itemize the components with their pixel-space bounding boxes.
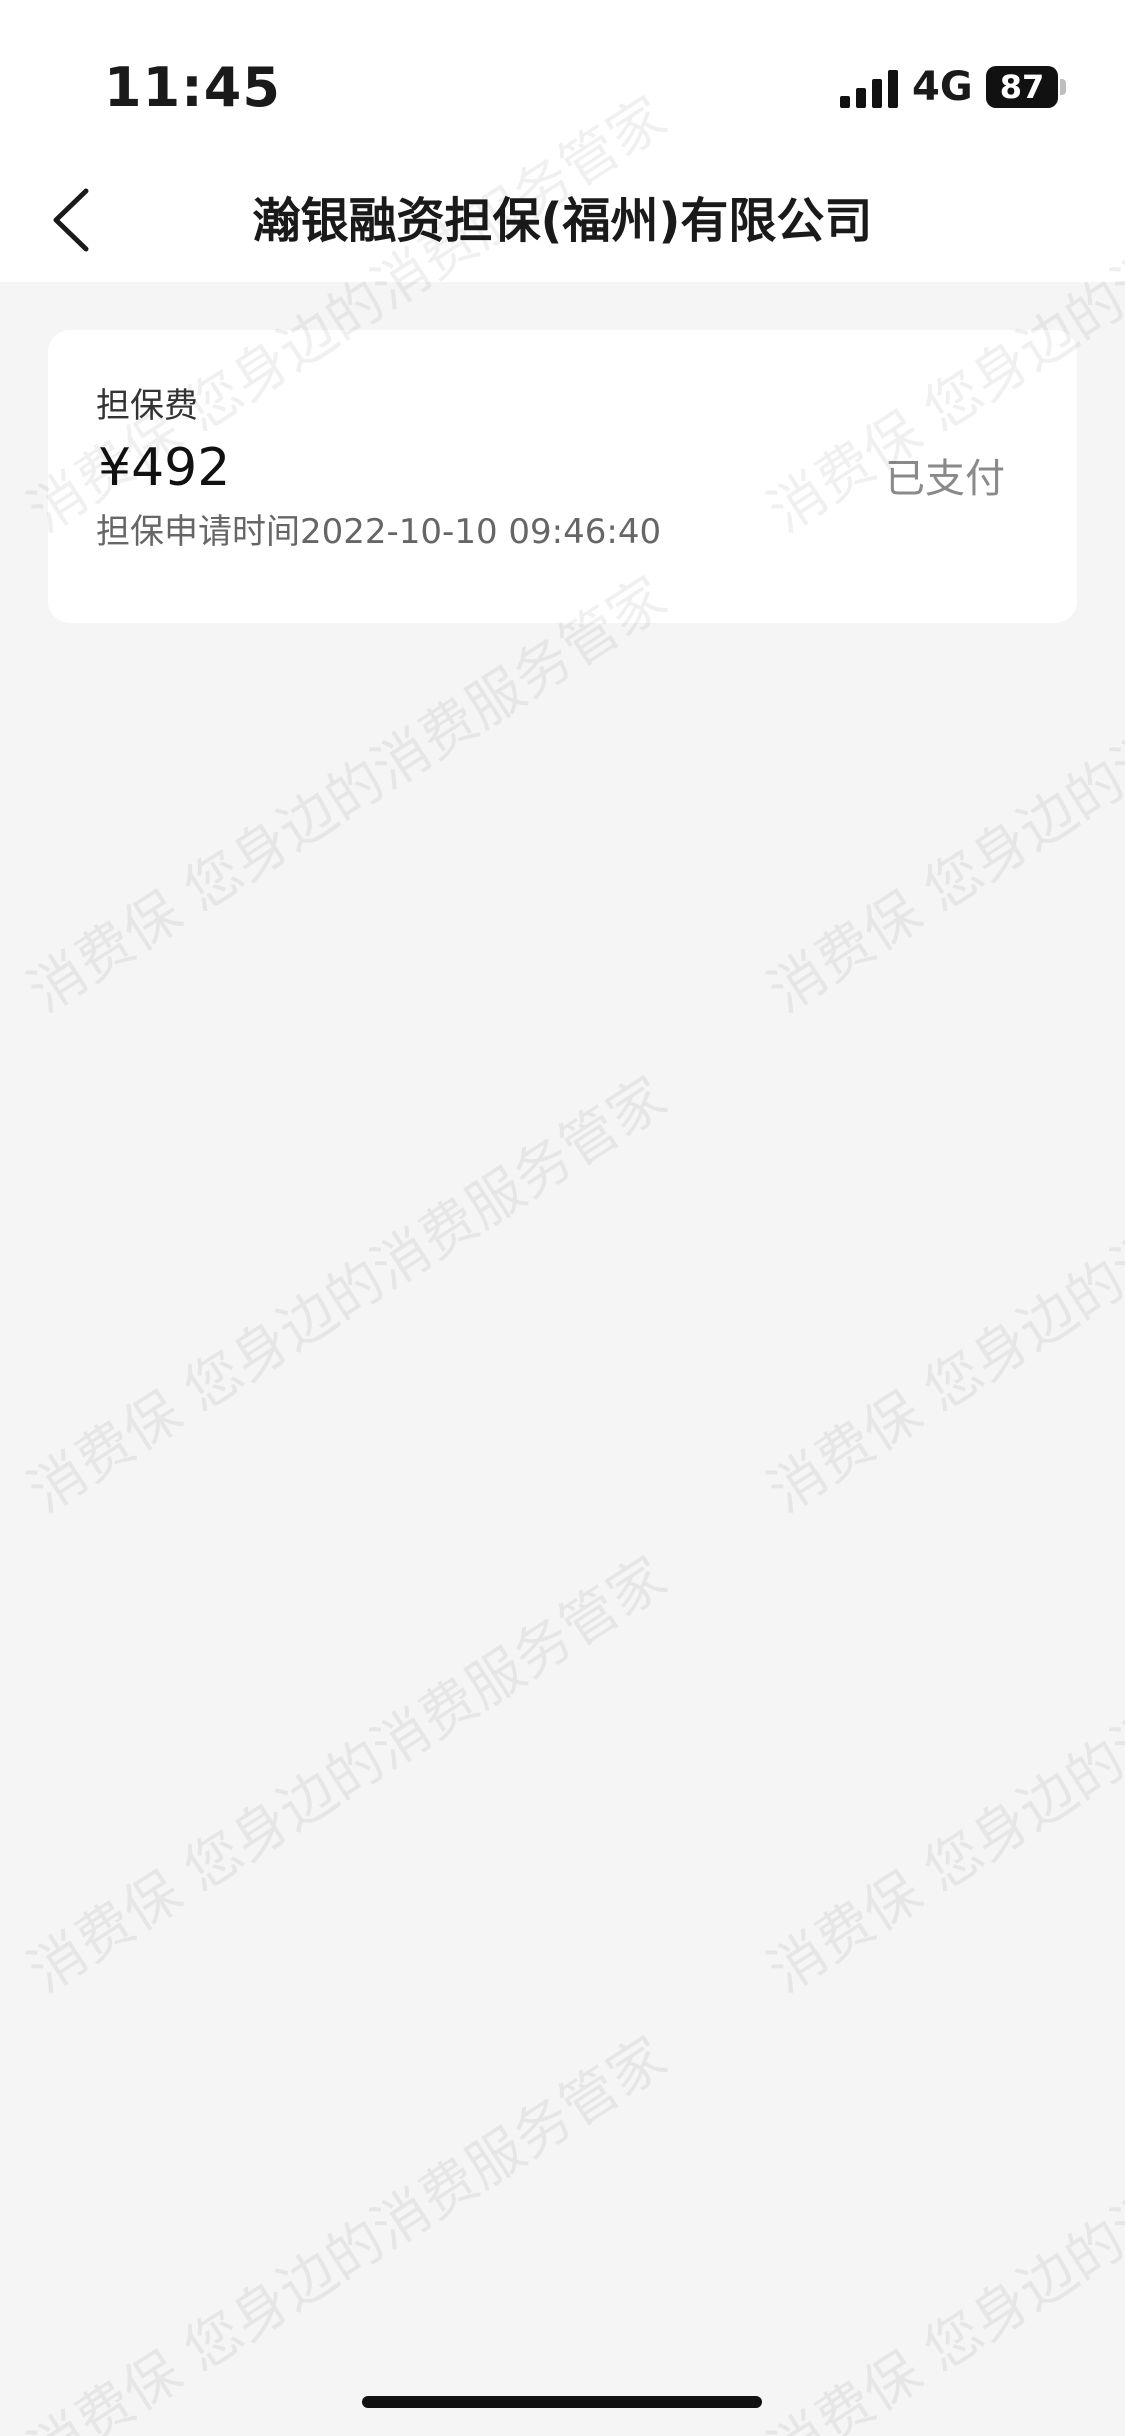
signal-icon bbox=[840, 70, 898, 108]
page-title: 瀚银融资担保(福州)有限公司 bbox=[252, 193, 873, 249]
watermark-text: 消费保 您身边的消费服务管家 bbox=[757, 2024, 1125, 2436]
watermark-text: 消费保 您身边的消费服务管家 bbox=[17, 564, 678, 1026]
fee-label: 担保费 bbox=[96, 386, 198, 426]
watermark-text: 消费保 您身边的消费服务管家 bbox=[17, 1064, 678, 1526]
home-indicator[interactable] bbox=[362, 2396, 762, 2408]
fee-amount: ¥492 bbox=[98, 438, 231, 498]
payment-status: 已支付 bbox=[885, 456, 1005, 502]
status-time: 11:45 bbox=[104, 56, 281, 119]
battery-icon: 87 bbox=[986, 66, 1068, 108]
network-label: 4G bbox=[912, 64, 973, 110]
status-bar: 11:45 4G 87 bbox=[0, 0, 1125, 160]
battery-level: 87 bbox=[999, 68, 1045, 106]
watermark-text: 消费保 您身边的消费服务管家 bbox=[17, 2024, 678, 2436]
battery-cap bbox=[1060, 79, 1066, 95]
guarantee-fee-card[interactable]: 担保费 ¥492 担保申请时间2022-10-10 09:46:40 已支付 bbox=[48, 330, 1077, 623]
back-button[interactable] bbox=[30, 180, 110, 260]
watermark-text: 消费保 您身边的消费服务管家 bbox=[757, 564, 1125, 1026]
nav-bar: 瀚银融资担保(福州)有限公司 bbox=[0, 160, 1125, 282]
watermark-text: 消费保 您身边的消费服务管家 bbox=[757, 1064, 1125, 1526]
fee-application-time: 担保申请时间2022-10-10 09:46:40 bbox=[96, 512, 662, 552]
watermark-text: 消费保 您身边的消费服务管家 bbox=[17, 1544, 678, 2006]
watermark-text: 消费保 您身边的消费服务管家 bbox=[757, 1544, 1125, 2006]
chevron-left-icon bbox=[53, 188, 89, 252]
